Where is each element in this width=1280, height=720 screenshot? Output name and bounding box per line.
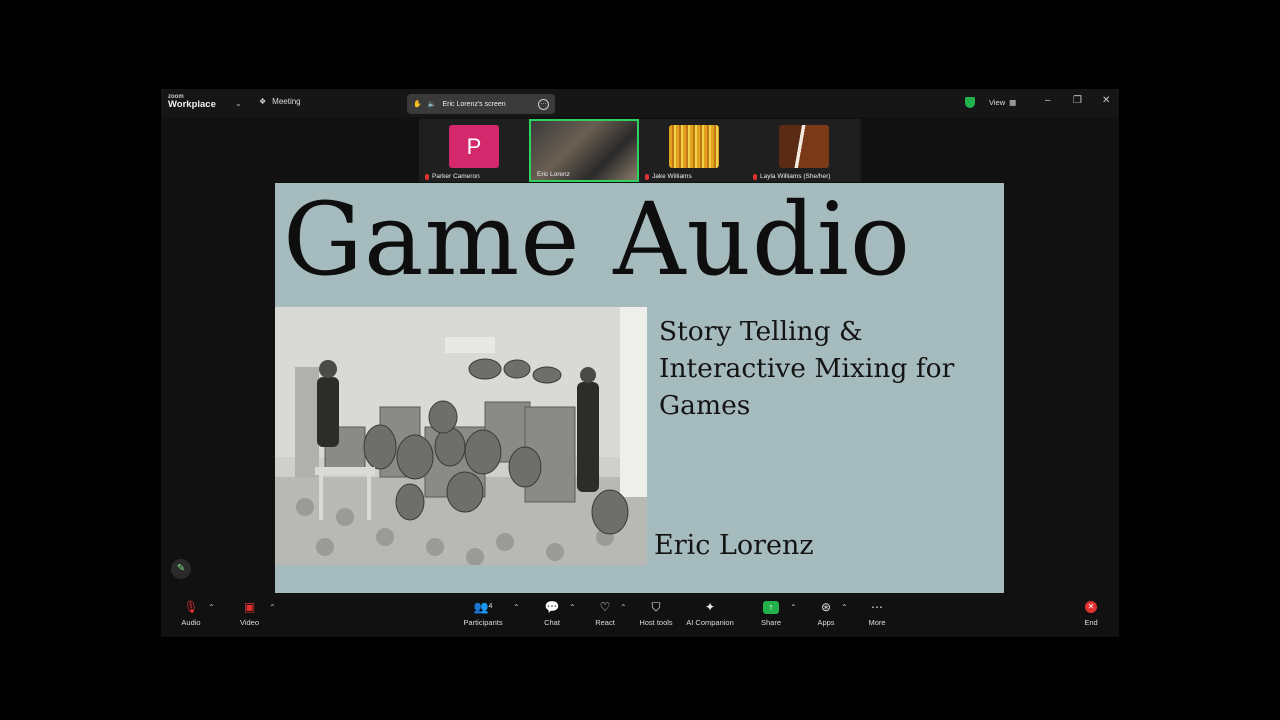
annotate-pencil-icon[interactable]: ✎ xyxy=(171,559,191,579)
participant-name-text: Eric Lorenz xyxy=(537,171,570,178)
participant-name: Eric Lorenz xyxy=(537,171,570,178)
view-button[interactable]: View ▦ xyxy=(989,98,1016,107)
apps-icon: ⊛ xyxy=(820,600,832,614)
participant-strip: P Parker Cameron Eric Lorenz Jake Willia… xyxy=(419,119,861,182)
meeting-tab[interactable]: ❖ Meeting xyxy=(259,97,301,106)
ai-companion-label: AI Companion xyxy=(686,618,734,627)
sparkle-icon: ✦ xyxy=(704,600,716,614)
minimize-icon[interactable]: – xyxy=(1045,95,1051,106)
more-options-icon[interactable]: ··· xyxy=(538,98,549,110)
screen-share-pill[interactable]: ✋ 🔈 Eric Lorenz's screen ··· xyxy=(407,94,555,114)
mic-muted-icon: 🎙 xyxy=(183,600,199,614)
share-screen-icon: ↑ xyxy=(763,601,779,614)
chat-button[interactable]: 💬 Chat xyxy=(539,599,565,627)
participants-icon: 👥4 xyxy=(473,600,493,614)
react-label: React xyxy=(595,618,615,627)
participant-tile-active[interactable]: Eric Lorenz xyxy=(529,119,639,182)
mic-muted-icon xyxy=(753,173,757,180)
audio-button[interactable]: 🎙 Audio xyxy=(179,599,203,627)
end-call-icon: ✕ xyxy=(1085,601,1097,613)
close-icon[interactable]: ✕ xyxy=(1102,95,1110,106)
video-button[interactable]: ▣ Video xyxy=(237,599,262,627)
participants-count: 4 xyxy=(488,603,493,610)
participants-options-caret[interactable]: ⌃ xyxy=(513,603,520,612)
more-label: More xyxy=(868,618,886,627)
meeting-label: Meeting xyxy=(272,97,301,106)
heart-icon: ♡ xyxy=(599,600,611,614)
video-label: Video xyxy=(239,618,260,627)
screen-share-label: Eric Lorenz's screen xyxy=(442,100,506,108)
chevron-down-icon[interactable]: ⌄ xyxy=(235,99,242,108)
logo-bottom: Workplace xyxy=(168,99,216,110)
react-options-caret[interactable]: ⌃ xyxy=(620,603,627,612)
slide-title: Game Audio xyxy=(283,183,912,298)
shield-icon: ⛉ xyxy=(651,600,661,614)
speaker-icon: 🔈 xyxy=(427,101,437,108)
hand-icon: ✋ xyxy=(413,101,422,108)
participant-name: Jake Williams xyxy=(645,173,692,180)
more-button[interactable]: ⋯ More xyxy=(866,599,888,627)
title-bar: zoom Workplace ⌄ ❖ Meeting ✋ 🔈 Eric Lore… xyxy=(161,89,1119,117)
slide-subtitle: Story Telling & Interactive Mixing for G… xyxy=(659,316,955,421)
participants-label: Participants xyxy=(463,618,503,627)
slide-photo xyxy=(275,307,647,565)
apps-label: Apps xyxy=(817,618,835,627)
meeting-toolbar: 🎙 Audio ⌃ ▣ Video ⌃ 👥4 Participants ⌃ 💬 … xyxy=(161,593,1119,637)
audio-label: Audio xyxy=(181,618,201,627)
end-button[interactable]: ✕ End xyxy=(1081,599,1101,627)
host-tools-button[interactable]: ⛉ Host tools xyxy=(637,599,675,627)
chat-icon: 💬 xyxy=(544,600,560,614)
avatar: P xyxy=(449,125,499,168)
zoom-logo: zoom Workplace xyxy=(168,94,216,110)
slide-author: Eric Lorenz xyxy=(654,530,814,561)
share-label: Share xyxy=(760,618,781,627)
participants-button[interactable]: 👥4 Participants xyxy=(460,599,506,627)
ai-companion-button[interactable]: ✦ AI Companion xyxy=(684,599,736,627)
grid-icon: ▦ xyxy=(1009,98,1017,107)
participant-name: Parker Cameron xyxy=(425,173,480,180)
chat-label: Chat xyxy=(544,618,560,627)
view-label: View xyxy=(989,98,1006,107)
apps-options-caret[interactable]: ⌃ xyxy=(841,603,848,612)
zoom-window: zoom Workplace ⌄ ❖ Meeting ✋ 🔈 Eric Lore… xyxy=(161,89,1119,637)
video-options-caret[interactable]: ⌃ xyxy=(269,603,276,612)
chat-options-caret[interactable]: ⌃ xyxy=(569,603,576,612)
shared-slide: Game Audio Story Telling & Interactive M… xyxy=(275,183,1004,593)
avatar xyxy=(669,125,719,168)
end-label: End xyxy=(1084,618,1098,627)
restore-icon[interactable]: ❐ xyxy=(1073,95,1082,106)
react-button[interactable]: ♡ React xyxy=(592,599,618,627)
participant-name: Layla Williams (She/her) xyxy=(753,173,830,180)
participant-tile[interactable]: Jake Williams xyxy=(639,119,749,182)
mic-muted-icon xyxy=(425,173,429,180)
participant-name-text: Parker Cameron xyxy=(432,173,480,180)
security-shield-icon xyxy=(965,97,975,108)
participant-name-text: Jake Williams xyxy=(652,173,692,180)
avatar xyxy=(779,125,829,168)
video-off-icon: ▣ xyxy=(243,600,256,614)
more-icon: ⋯ xyxy=(871,600,883,614)
audio-options-caret[interactable]: ⌃ xyxy=(208,603,215,612)
people-icon: ❖ xyxy=(259,97,267,106)
mic-muted-icon xyxy=(645,173,649,180)
participant-tile[interactable]: P Parker Cameron xyxy=(419,119,529,182)
participant-tile[interactable]: Layla Williams (She/her) xyxy=(749,119,859,182)
host-tools-label: Host tools xyxy=(639,618,673,627)
share-options-caret[interactable]: ⌃ xyxy=(790,603,797,612)
participant-name-text: Layla Williams (She/her) xyxy=(760,173,831,180)
apps-button[interactable]: ⊛ Apps xyxy=(815,599,837,627)
share-button[interactable]: ↑ Share xyxy=(759,599,783,627)
